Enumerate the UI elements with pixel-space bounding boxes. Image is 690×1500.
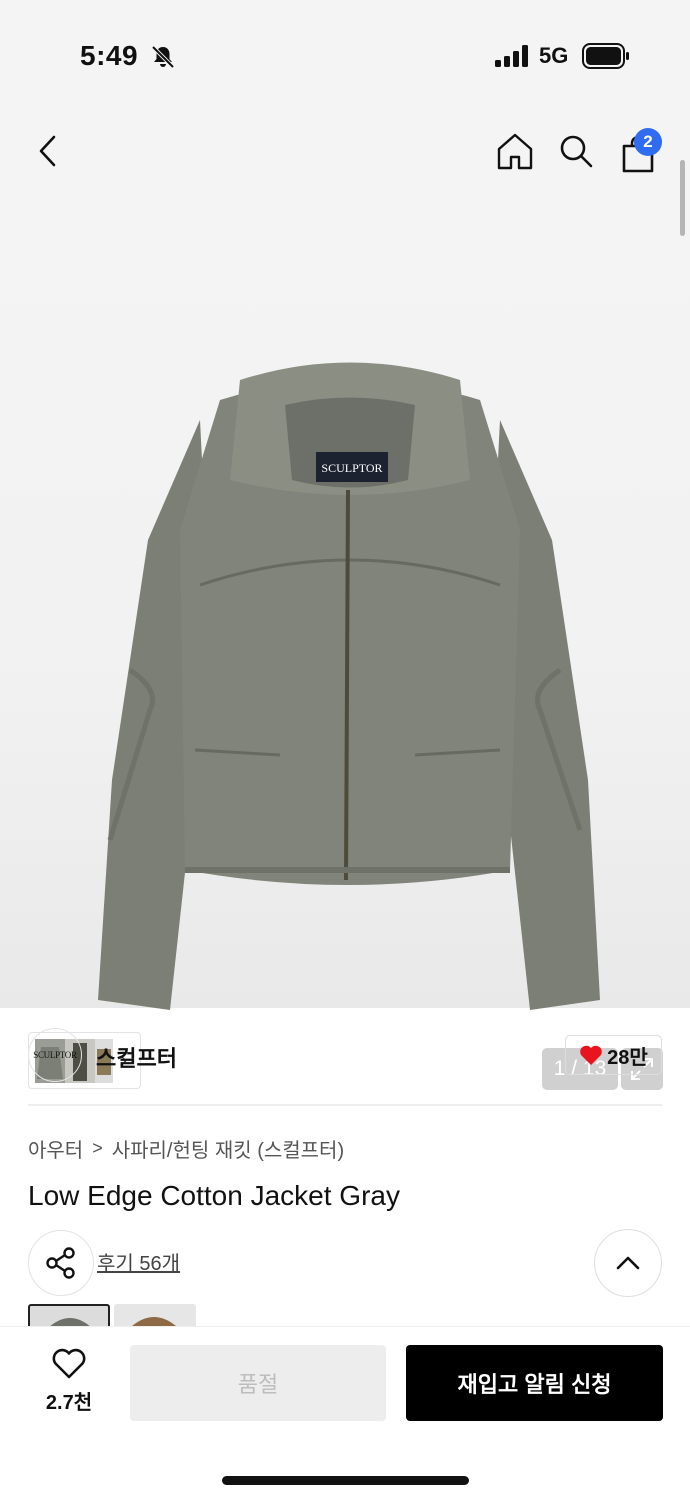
- product-image-gallery[interactable]: SCULPTOR › 1 / 13: [0, 110, 690, 1090]
- wishlist-count: 2.7천: [45, 1392, 93, 1414]
- breadcrumb-subcategory[interactable]: 사파리/헌팅 재킷 (스컬프터): [112, 1134, 344, 1163]
- brand-logo[interactable]: SCULPTOR: [28, 1028, 82, 1082]
- share-button[interactable]: [28, 1230, 94, 1296]
- restock-alert-button[interactable]: 재입고 알림 신청: [406, 1345, 663, 1421]
- home-indicator[interactable]: [222, 1476, 469, 1485]
- soldout-button[interactable]: 품절: [130, 1345, 386, 1421]
- home-icon: [497, 133, 533, 170]
- battery-icon: [582, 43, 629, 69]
- network-type: 5G: [539, 43, 569, 68]
- chevron-left-icon: [39, 135, 56, 167]
- brand-like-count: 28만: [607, 1046, 648, 1069]
- heart-filled-icon: [580, 1045, 602, 1065]
- swatch-image-brown: [132, 1317, 176, 1326]
- cart-count-badge: 2: [634, 128, 662, 156]
- product-title: Low Edge Cotton Jacket Gray: [28, 1180, 400, 1211]
- wishlist-button[interactable]: 2.7천: [30, 1348, 108, 1418]
- brand-name[interactable]: 스컬프터: [96, 1041, 177, 1073]
- search-icon: [560, 135, 593, 168]
- breadcrumb: 아우터 > 사파리/헌팅 재킷 (스컬프터): [28, 1134, 344, 1163]
- breadcrumb-category[interactable]: 아우터: [28, 1134, 83, 1163]
- jacket-label-text: SCULPTOR: [321, 461, 382, 475]
- chevron-right-icon: >: [92, 1138, 103, 1158]
- color-option-gray[interactable]: [28, 1304, 110, 1326]
- status-bar: 5:49 5G: [0, 0, 690, 110]
- divider: [28, 1104, 662, 1106]
- brand-logo-text: SCULPTOR: [33, 1050, 77, 1060]
- back-button[interactable]: [24, 127, 72, 175]
- brand-like-button[interactable]: 28만: [565, 1035, 662, 1075]
- chevron-up-icon: [616, 1256, 640, 1270]
- color-option-brown[interactable]: [114, 1304, 196, 1326]
- bell-off-icon: [151, 45, 175, 69]
- home-button[interactable]: [491, 127, 539, 175]
- heart-outline-icon: [52, 1348, 86, 1379]
- share-icon: [46, 1247, 75, 1279]
- status-time: 5:49: [80, 40, 139, 71]
- review-link[interactable]: 후기 56개: [97, 1247, 180, 1276]
- scroll-top-button[interactable]: [594, 1229, 662, 1297]
- scrollbar[interactable]: [680, 160, 685, 236]
- swatch-image-gray: [50, 1318, 90, 1326]
- cellular-signal-icon: [495, 45, 528, 67]
- search-button[interactable]: [552, 127, 600, 175]
- product-photo-jacket[interactable]: SCULPTOR: [90, 360, 610, 1050]
